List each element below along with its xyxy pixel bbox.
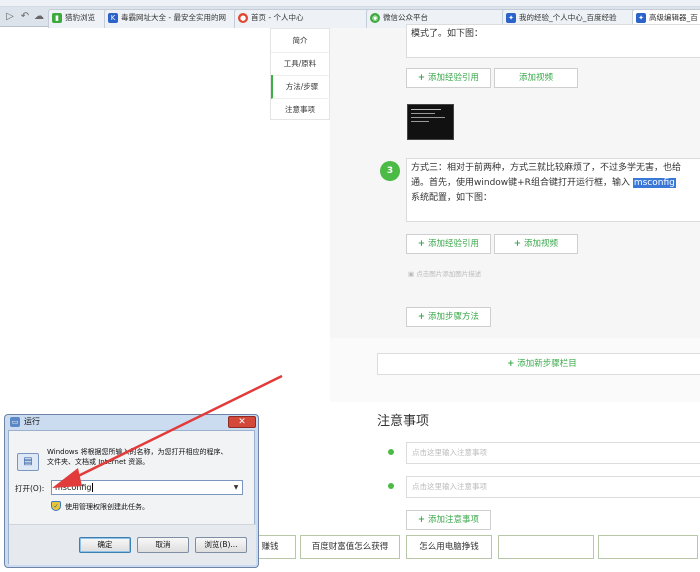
arrow-head — [52, 468, 82, 488]
arrow-shaft — [69, 374, 283, 482]
annotation-arrow — [52, 374, 283, 488]
